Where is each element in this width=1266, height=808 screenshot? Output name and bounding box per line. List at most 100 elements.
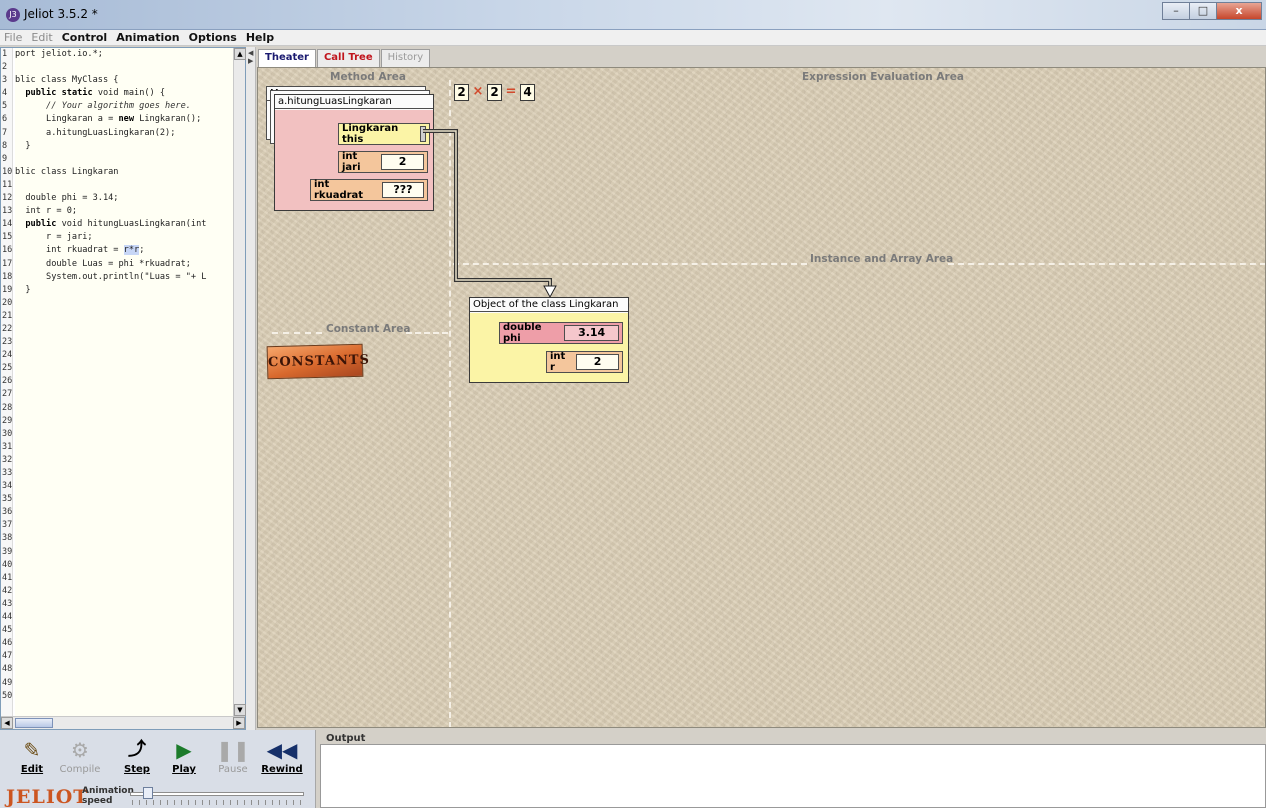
menu-file[interactable]: File — [4, 31, 22, 44]
scroll-right-arrow-icon[interactable]: ▶ — [233, 717, 245, 729]
line-number: 26 — [2, 376, 13, 387]
line-number: 8 — [2, 140, 8, 151]
constants-box[interactable]: CONSTANTS — [266, 343, 370, 380]
line-number: 6 — [2, 114, 8, 125]
menu-bar: File Edit Control Animation Options Help — [0, 30, 1266, 46]
rewind-icon: ◀◀ — [266, 738, 298, 762]
code-line: } — [15, 140, 31, 151]
scroll-left-arrow-icon[interactable]: ◀ — [1, 717, 13, 729]
editor-vertical-scrollbar[interactable]: ▲ ▼ — [233, 48, 246, 716]
rewind-button[interactable]: ◀◀ Rewind — [260, 736, 304, 782]
tab-theater[interactable]: Theater — [258, 49, 316, 67]
line-number: 9 — [2, 153, 8, 164]
field-int-r-label: int r — [550, 351, 566, 373]
constant-divider-left — [272, 332, 322, 334]
step-label: Step — [124, 764, 150, 775]
line-number: 27 — [2, 389, 13, 400]
line-number: 10 — [2, 166, 13, 177]
code-line: int rkuadrat = r*r; — [15, 245, 145, 256]
code-line: Lingkaran a = new Lingkaran(); — [15, 114, 202, 125]
line-number: 41 — [2, 572, 13, 583]
line-number: 30 — [2, 428, 13, 439]
constant-area-label: Constant Area — [326, 323, 411, 335]
slider-ticks — [132, 800, 302, 805]
object-lingkaran[interactable]: Object of the class Lingkaran double phi… — [469, 297, 629, 383]
code-line: blic class MyClass { — [15, 75, 119, 86]
line-number: 18 — [2, 271, 13, 282]
menu-control[interactable]: Control — [62, 31, 107, 44]
animation-speed-label: Animation speed — [82, 786, 134, 806]
tab-history[interactable]: History — [380, 49, 431, 67]
menu-animation[interactable]: Animation — [116, 31, 179, 44]
editor-horizontal-scrollbar[interactable]: ◀ ▶ — [1, 716, 245, 729]
code-editor[interactable]: 1 2 3 4 5 6 7 8 9 10 11 12 13 14 15 16 17 18 19 20 21 22 23 24 2… — [0, 47, 246, 730]
line-number: 29 — [2, 415, 13, 426]
line-number: 11 — [2, 179, 13, 190]
field-int-r[interactable]: int r 2 — [546, 351, 623, 373]
pane-splitter[interactable]: ◀ ▶ — [246, 47, 256, 730]
constant-divider-right — [406, 332, 448, 334]
animation-speed-slider[interactable] — [130, 792, 304, 796]
animation-controls: ✎ Edit ⚙ Compile ⤴ Step ▶ Play ❚❚ Pause … — [0, 730, 316, 808]
line-number: 33 — [2, 468, 13, 478]
line-number: 32 — [2, 454, 13, 465]
code-line: System.out.println("Luas = "+ L — [15, 271, 207, 282]
minimize-button[interactable]: – — [1162, 2, 1189, 20]
edit-label: Edit — [20, 764, 44, 775]
menu-help[interactable]: Help — [246, 31, 274, 44]
field-double-phi-value: 3.14 — [564, 325, 619, 341]
line-number: 15 — [2, 232, 13, 243]
expand-right-arrow-icon[interactable]: ▶ — [248, 57, 253, 65]
edit-pencil-icon: ✎ — [23, 738, 41, 762]
line-number: 14 — [2, 219, 13, 230]
menu-edit[interactable]: Edit — [31, 31, 52, 44]
edit-button[interactable]: ✎ Edit — [10, 736, 54, 782]
scroll-down-arrow-icon[interactable]: ▼ — [234, 704, 246, 716]
animation-speed-label-line2: speed — [82, 796, 113, 806]
code-line: double Luas = phi *rkuadrat; — [15, 258, 191, 269]
view-tabs: Theater Call Tree History — [258, 49, 431, 67]
compile-button[interactable]: ⚙ Compile — [58, 736, 102, 782]
line-number: 7 — [2, 127, 8, 138]
line-number: 36 — [2, 507, 13, 518]
code-line: r = jari; — [15, 232, 93, 243]
line-number: 34 — [2, 481, 13, 492]
menu-options[interactable]: Options — [189, 31, 237, 44]
close-button[interactable]: x — [1216, 2, 1262, 20]
code-line: int r = 0; — [15, 206, 78, 217]
code-line: port jeliot.io.*; — [15, 49, 103, 59]
line-number: 47 — [2, 651, 13, 662]
field-double-phi[interactable]: double phi 3.14 — [499, 322, 623, 344]
maximize-button[interactable]: □ — [1189, 2, 1216, 20]
line-number: 45 — [2, 625, 13, 636]
line-number: 1 — [2, 49, 8, 59]
field-double-phi-label: double phi — [503, 322, 542, 344]
line-number: 20 — [2, 297, 13, 308]
pause-button[interactable]: ❚❚ Pause — [211, 736, 255, 782]
step-button[interactable]: ⤴ Step — [115, 736, 159, 782]
code-line: blic class Lingkaran — [15, 166, 119, 177]
line-number: 50 — [2, 690, 13, 701]
animation-speed-slider-thumb[interactable] — [143, 787, 154, 799]
collapse-left-arrow-icon[interactable]: ◀ — [248, 49, 253, 57]
tab-call-tree[interactable]: Call Tree — [316, 49, 380, 67]
jeliot-app-icon: J3 — [6, 8, 20, 22]
play-button[interactable]: ▶ Play — [162, 736, 206, 782]
pause-icon: ❚❚ — [216, 738, 250, 762]
line-number: 13 — [2, 206, 13, 217]
code-text-area[interactable]: port jeliot.io.*; blic class MyClass { pu… — [15, 48, 233, 716]
line-number: 31 — [2, 441, 13, 452]
line-number: 42 — [2, 585, 13, 596]
compile-label: Compile — [59, 764, 101, 775]
line-number: 44 — [2, 612, 13, 623]
scroll-up-arrow-icon[interactable]: ▲ — [234, 48, 246, 60]
line-number: 38 — [2, 533, 13, 544]
object-title: Object of the class Lingkaran — [470, 298, 628, 312]
line-number: 16 — [2, 245, 13, 256]
output-text-area[interactable] — [320, 744, 1266, 808]
horizontal-scroll-thumb[interactable] — [15, 718, 53, 728]
reference-arrow — [423, 129, 557, 299]
code-line: public void hitungLuasLingkaran(int — [25, 219, 207, 230]
